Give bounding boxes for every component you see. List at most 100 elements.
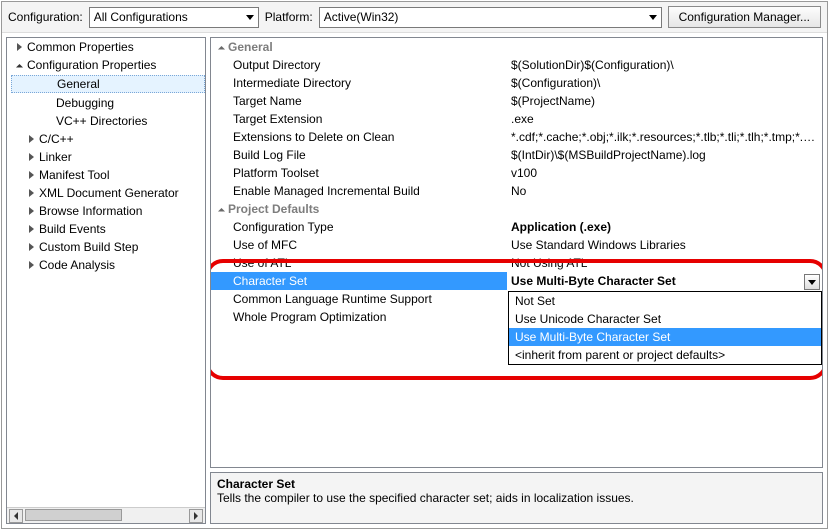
property-row[interactable]: Output Directory$(SolutionDir)$(Configur… (211, 56, 822, 74)
property-value[interactable]: .exe (507, 110, 822, 128)
property-value[interactable]: Use Standard Windows Libraries (507, 236, 822, 254)
chevron-right-icon[interactable] (29, 225, 34, 233)
property-label: Target Extension (211, 110, 507, 128)
tree-item[interactable]: XML Document Generator (11, 185, 205, 201)
chevron-down-icon (808, 280, 816, 285)
chevron-down-icon (649, 15, 657, 20)
configuration-label: Configuration: (8, 10, 83, 24)
property-value[interactable]: Application (.exe) (507, 218, 822, 236)
scroll-right-button[interactable] (189, 509, 203, 523)
property-grid[interactable]: GeneralOutput Directory$(SolutionDir)$(C… (210, 37, 823, 468)
scroll-left-button[interactable] (9, 509, 23, 523)
tree-item[interactable]: Browse Information (11, 203, 205, 219)
property-row[interactable]: Intermediate Directory$(Configuration)\ (211, 74, 822, 92)
tree-item-label: XML Document Generator (39, 186, 179, 200)
dropdown-option[interactable]: Use Unicode Character Set (509, 310, 821, 328)
chevron-right-icon[interactable] (29, 189, 34, 197)
property-label: Whole Program Optimization (211, 308, 507, 326)
tree-item[interactable]: Debugging (11, 95, 205, 111)
tree-item-label: Build Events (39, 222, 106, 236)
chevron-down-icon[interactable] (16, 63, 23, 70)
tree-item[interactable]: VC++ Directories (11, 113, 205, 129)
chevron-right-icon[interactable] (29, 171, 34, 179)
property-row[interactable]: Enable Managed Incremental BuildNo (211, 182, 822, 200)
property-row[interactable]: Use of ATLNot Using ATL (211, 254, 822, 272)
platform-value: Active(Win32) (324, 10, 399, 24)
tree-item[interactable]: Common Properties (11, 39, 205, 55)
property-label: Target Name (211, 92, 507, 110)
property-value[interactable]: *.cdf;*.cache;*.obj;*.ilk;*.resources;*.… (507, 128, 822, 146)
chevron-right-icon[interactable] (29, 207, 34, 215)
property-row[interactable]: Build Log File$(IntDir)\$(MSBuildProject… (211, 146, 822, 164)
tree-item-label: Custom Build Step (39, 240, 138, 254)
property-value[interactable]: No (507, 182, 822, 200)
property-label: Use of ATL (211, 254, 507, 272)
platform-combo[interactable]: Active(Win32) (319, 7, 662, 28)
group-header[interactable]: Project Defaults (211, 200, 822, 218)
property-row[interactable]: Target Name$(ProjectName) (211, 92, 822, 110)
property-value[interactable]: $(ProjectName) (507, 92, 822, 110)
description-title: Character Set (217, 477, 816, 491)
configuration-combo[interactable]: All Configurations (89, 7, 259, 28)
chevron-right-icon[interactable] (29, 243, 34, 251)
dropdown-button[interactable] (804, 274, 820, 290)
tree-item[interactable]: Linker (11, 149, 205, 165)
configuration-manager-button[interactable]: Configuration Manager... (668, 6, 821, 28)
property-label: Platform Toolset (211, 164, 507, 182)
property-value[interactable]: Use Multi-Byte Character Set (507, 272, 822, 290)
dropdown-list[interactable]: Not SetUse Unicode Character SetUse Mult… (508, 291, 822, 365)
tree-item[interactable]: General (11, 75, 205, 93)
chevron-down-icon (218, 208, 225, 215)
scroll-thumb[interactable] (25, 509, 122, 521)
chevron-right-icon[interactable] (29, 153, 34, 161)
chevron-right-icon[interactable] (29, 135, 34, 143)
property-label: Common Language Runtime Support (211, 290, 507, 308)
description-body: Tells the compiler to use the specified … (217, 491, 816, 505)
tree-item[interactable]: Configuration Properties (11, 57, 205, 73)
tree-item[interactable]: C/C++ (11, 131, 205, 147)
property-label: Character Set (211, 272, 507, 290)
property-row[interactable]: Platform Toolsetv100 (211, 164, 822, 182)
tree-item-label: Common Properties (27, 40, 134, 54)
property-value[interactable]: $(SolutionDir)$(Configuration)\ (507, 56, 822, 74)
tree-item-label: Manifest Tool (39, 168, 109, 182)
property-value[interactable]: $(Configuration)\ (507, 74, 822, 92)
tree-item-label: Configuration Properties (27, 58, 156, 72)
tree-scrollbar[interactable] (7, 507, 205, 523)
platform-label: Platform: (265, 10, 313, 24)
property-row[interactable]: Use of MFCUse Standard Windows Libraries (211, 236, 822, 254)
tree-item[interactable]: Build Events (11, 221, 205, 237)
property-label: Build Log File (211, 146, 507, 164)
property-row[interactable]: Configuration TypeApplication (.exe) (211, 218, 822, 236)
property-label: Intermediate Directory (211, 74, 507, 92)
tree-item[interactable]: Manifest Tool (11, 167, 205, 183)
tree-item-label: Linker (39, 150, 72, 164)
chevron-right-icon[interactable] (17, 43, 22, 51)
nav-tree[interactable]: Common Properties Configuration Propertie… (6, 37, 206, 524)
tree-item[interactable]: Code Analysis (11, 257, 205, 273)
property-row[interactable]: Character SetUse Multi-Byte Character Se… (211, 272, 822, 290)
chevron-down-icon (218, 46, 225, 53)
tree-item-label: VC++ Directories (56, 114, 147, 128)
tree-item[interactable]: Custom Build Step (11, 239, 205, 255)
property-row[interactable]: Target Extension.exe (211, 110, 822, 128)
group-header[interactable]: General (211, 38, 822, 56)
tree-item-label: C/C++ (39, 132, 74, 146)
triangle-left-icon (14, 512, 18, 520)
property-value[interactable]: $(IntDir)\$(MSBuildProjectName).log (507, 146, 822, 164)
configuration-value: All Configurations (94, 10, 188, 24)
property-label: Output Directory (211, 56, 507, 74)
tree-item-label: Debugging (56, 96, 114, 110)
dropdown-option[interactable]: Not Set (509, 292, 821, 310)
chevron-right-icon[interactable] (29, 261, 34, 269)
dropdown-option[interactable]: <inherit from parent or project defaults… (509, 346, 821, 364)
property-label: Enable Managed Incremental Build (211, 182, 507, 200)
property-label: Extensions to Delete on Clean (211, 128, 507, 146)
property-value[interactable]: v100 (507, 164, 822, 182)
property-row[interactable]: Extensions to Delete on Clean*.cdf;*.cac… (211, 128, 822, 146)
tree-item-label: Code Analysis (39, 258, 115, 272)
property-label: Use of MFC (211, 236, 507, 254)
triangle-right-icon (194, 512, 198, 520)
dropdown-option[interactable]: Use Multi-Byte Character Set (509, 328, 821, 346)
property-value[interactable]: Not Using ATL (507, 254, 822, 272)
